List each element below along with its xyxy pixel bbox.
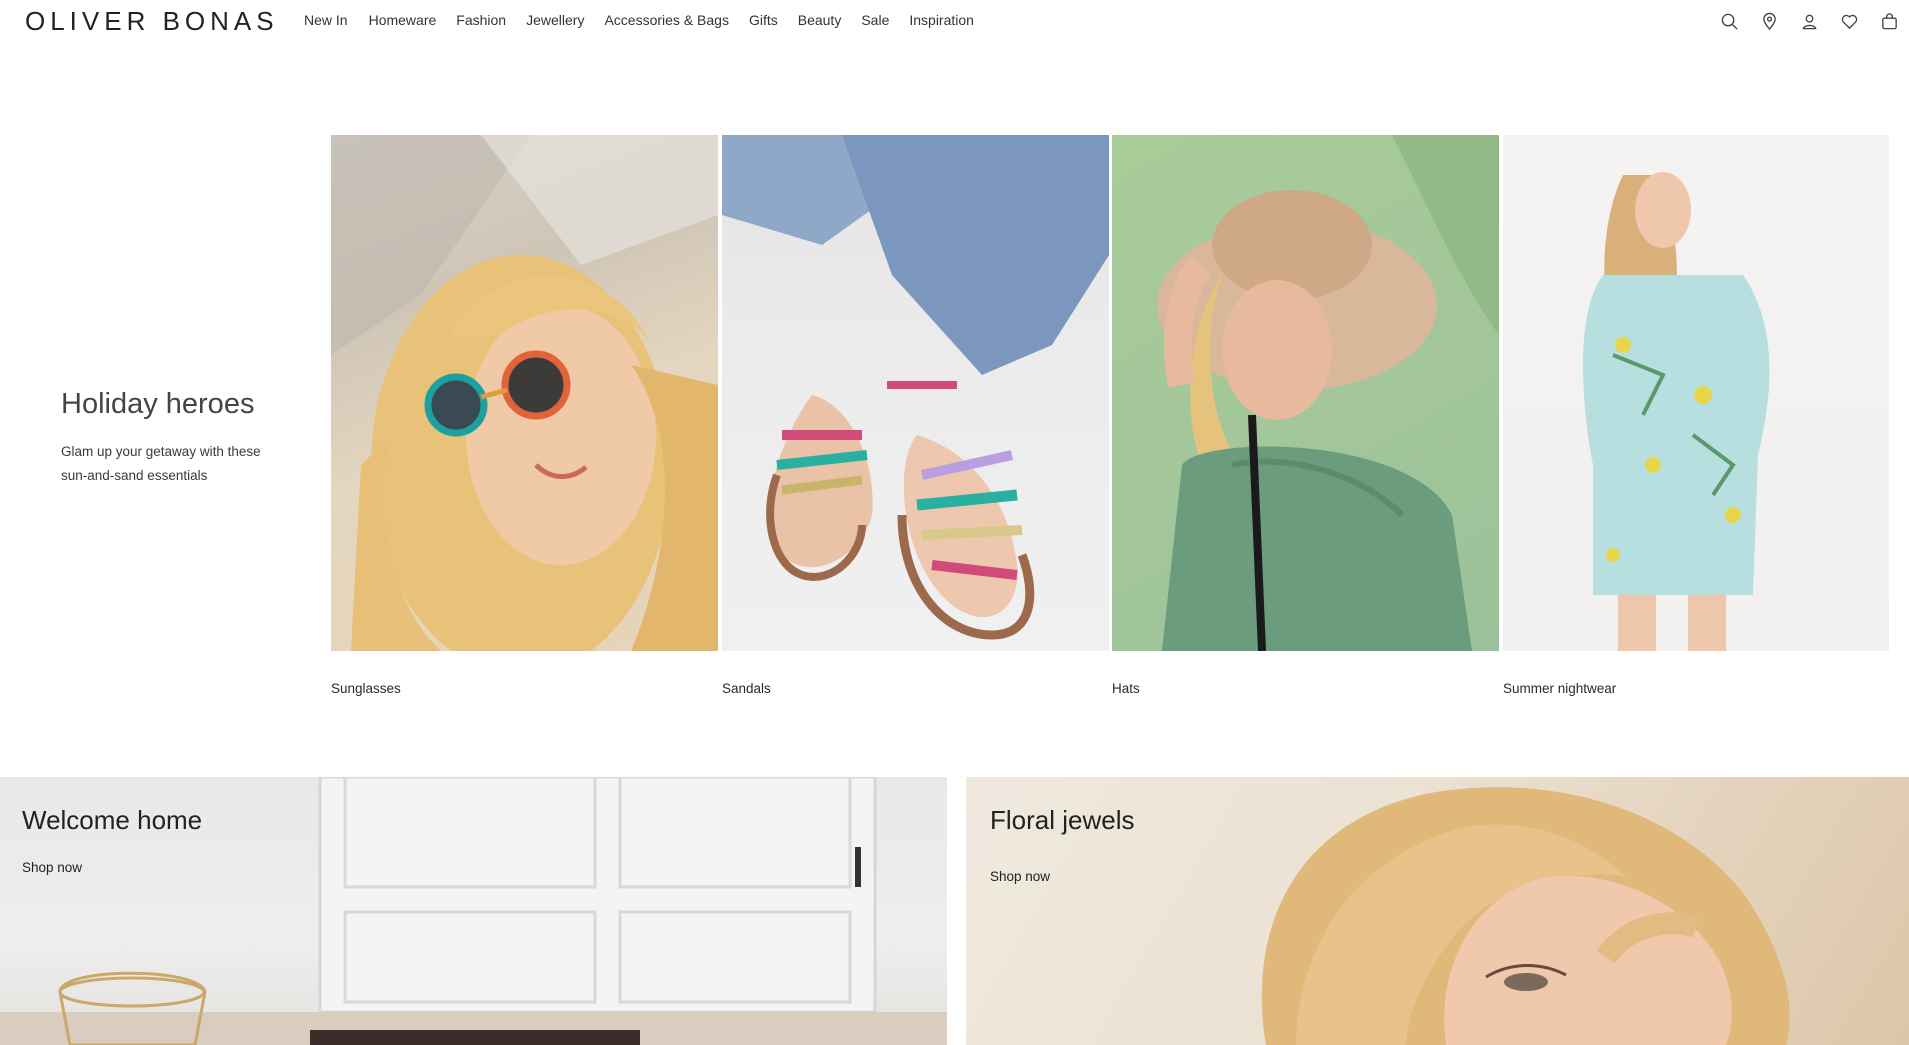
nav-item-sale[interactable]: Sale bbox=[861, 12, 889, 28]
main-nav: New In Homeware Fashion Jewellery Access… bbox=[304, 12, 994, 28]
basket-icon[interactable] bbox=[1869, 10, 1909, 32]
nav-item-homeware[interactable]: Homeware bbox=[369, 12, 437, 28]
floral-jewels-banner[interactable]: Floral jewels Shop now bbox=[966, 777, 1909, 1045]
section-description: Glam up your getaway with these sun-and-… bbox=[61, 444, 261, 483]
shop-now-link-floral-jewels[interactable]: Shop now bbox=[990, 869, 1050, 884]
header-icons bbox=[1709, 10, 1909, 32]
logo[interactable]: OLIVER BONAS bbox=[25, 6, 279, 37]
section-title: Holiday heroes bbox=[61, 388, 255, 420]
summer-nightwear-tile-image[interactable] bbox=[1503, 135, 1889, 651]
sandals-tile-image[interactable] bbox=[722, 135, 1109, 651]
nav-item-new-in[interactable]: New In bbox=[304, 12, 348, 28]
banner-title-welcome-home: Welcome home bbox=[22, 805, 203, 835]
nav-item-jewellery[interactable]: Jewellery bbox=[526, 12, 584, 28]
nav-item-beauty[interactable]: Beauty bbox=[798, 12, 842, 28]
wishlist-icon[interactable] bbox=[1829, 10, 1869, 32]
tile-label-summer-nightwear[interactable]: Summer nightwear bbox=[1503, 681, 1616, 696]
nav-item-fashion[interactable]: Fashion bbox=[456, 12, 506, 28]
nav-item-gifts[interactable]: Gifts bbox=[749, 12, 778, 28]
search-icon[interactable] bbox=[1709, 10, 1749, 32]
hats-tile-image[interactable] bbox=[1112, 135, 1499, 651]
tile-label-hats[interactable]: Hats bbox=[1112, 681, 1140, 696]
nav-item-inspiration[interactable]: Inspiration bbox=[909, 12, 974, 28]
sandals-illustration bbox=[722, 135, 1109, 640]
store-locator-icon[interactable] bbox=[1749, 10, 1789, 32]
sunglasses-illustration bbox=[331, 135, 718, 651]
sunglasses-tile-image[interactable] bbox=[331, 135, 718, 651]
tile-label-sandals[interactable]: Sandals bbox=[722, 681, 771, 696]
account-icon[interactable] bbox=[1789, 10, 1829, 32]
tile-label-sunglasses[interactable]: Sunglasses bbox=[331, 681, 401, 696]
shop-now-link-welcome-home[interactable]: Shop now bbox=[22, 860, 82, 875]
hats-illustration bbox=[1157, 135, 1499, 651]
summer-nightwear-illustration bbox=[1583, 172, 1770, 651]
welcome-home-banner[interactable]: Welcome home Shop now bbox=[0, 777, 947, 1045]
nav-item-accessories-bags[interactable]: Accessories & Bags bbox=[604, 12, 729, 28]
site-header: OLIVER BONAS New In Homeware Fashion Jew… bbox=[0, 0, 1909, 44]
banner-title-floral-jewels: Floral jewels bbox=[990, 805, 1135, 835]
